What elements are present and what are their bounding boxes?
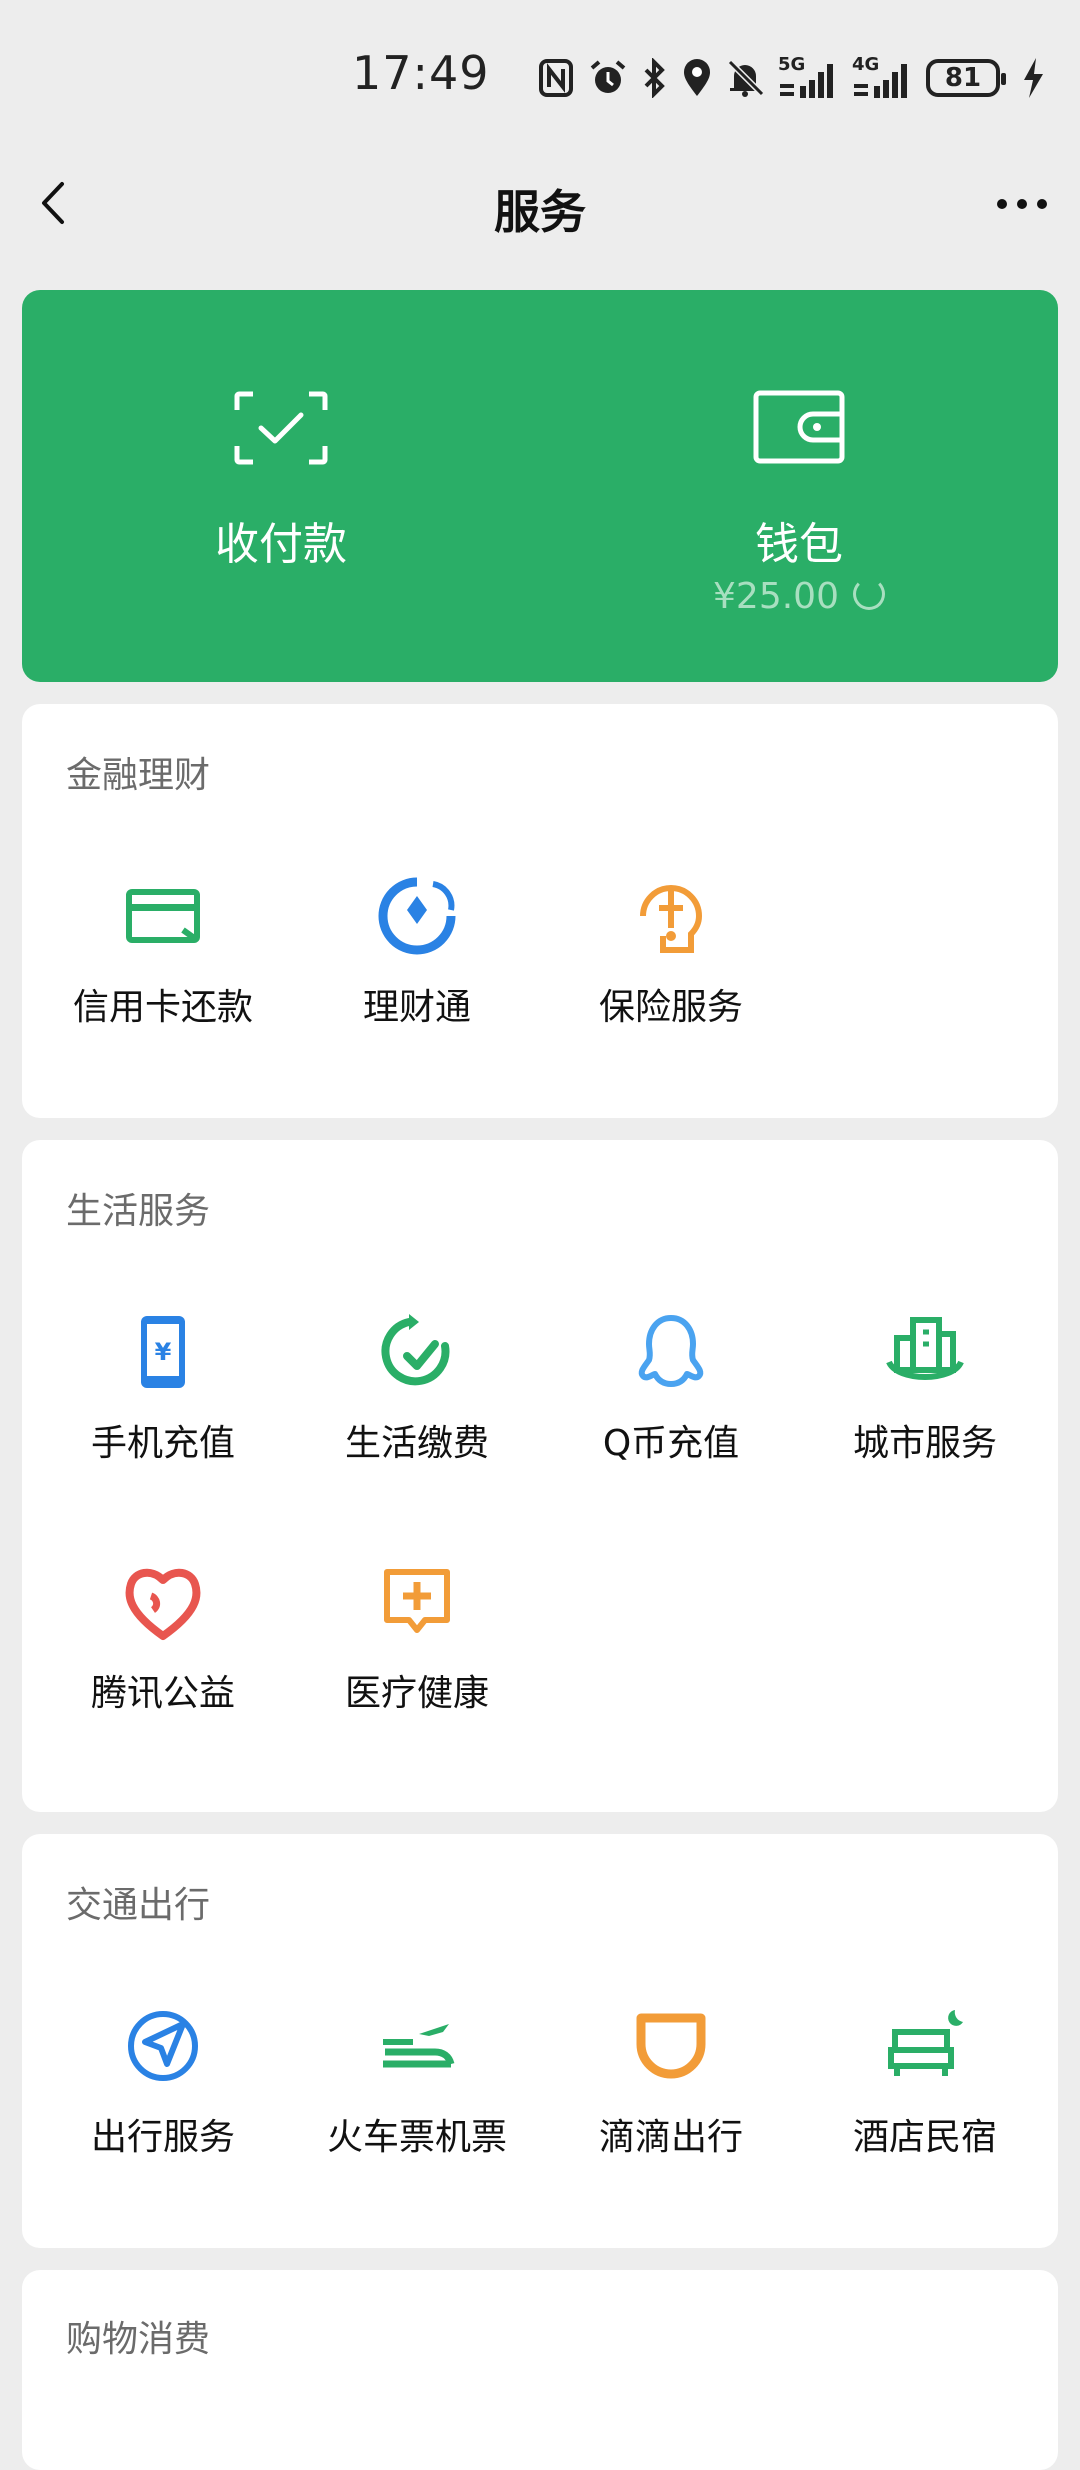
page-title: 服务 bbox=[494, 185, 586, 239]
location-icon bbox=[684, 59, 710, 96]
more-options-icon[interactable] bbox=[992, 184, 1052, 224]
navigation-icon bbox=[128, 2011, 198, 2081]
signal-5g: 5G bbox=[778, 54, 838, 102]
bluetooth-icon bbox=[644, 58, 665, 98]
service-train-plane[interactable]: 火车票机票 bbox=[290, 2004, 544, 2204]
section-shopping: 购物消费 bbox=[22, 2270, 1058, 2470]
status-time: 17:49 bbox=[352, 46, 490, 100]
section-travel: 交通出行 出行服务 火车票机票 滴滴出行 酒店民宿 bbox=[22, 1834, 1058, 2248]
service-didi[interactable]: 滴滴出行 bbox=[544, 2004, 798, 2204]
loading-spinner-icon bbox=[852, 578, 885, 610]
section-title: 交通出行 bbox=[66, 1885, 211, 1926]
wealth-icon bbox=[378, 877, 456, 955]
service-hotel[interactable]: 酒店民宿 bbox=[798, 2004, 1052, 2204]
service-insurance[interactable]: 保险服务 bbox=[544, 874, 798, 1074]
service-wealth[interactable]: 理财通 bbox=[290, 874, 544, 1074]
charging-icon bbox=[1024, 58, 1043, 98]
nfc-icon bbox=[539, 59, 573, 97]
navigation-bar: 服务 bbox=[0, 150, 1080, 280]
service-medical[interactable]: 医疗健康 bbox=[290, 1560, 544, 1760]
service-credit-card-repay[interactable]: 信用卡还款 bbox=[36, 874, 290, 1074]
charity-heart-icon bbox=[125, 1568, 201, 1640]
bill-payment-icon bbox=[381, 1314, 450, 1386]
insurance-icon bbox=[640, 885, 703, 953]
section-title: 购物消费 bbox=[66, 2319, 211, 2360]
mute-bell-icon bbox=[727, 59, 764, 97]
hero-card: 收付款 钱包 ¥25.00 bbox=[22, 290, 1058, 682]
alarm-icon bbox=[590, 60, 626, 93]
wallet-button[interactable]: 钱包 ¥25.00 bbox=[540, 290, 1058, 682]
phone-topup-icon: ¥ bbox=[141, 1316, 185, 1388]
wallet-label: 钱包 bbox=[755, 519, 843, 570]
signal-4g: 4G bbox=[852, 54, 912, 102]
city-service-icon bbox=[886, 1317, 964, 1380]
status-bar: 17:49 5G 4G 81 bbox=[0, 0, 1080, 150]
battery-indicator: 81 bbox=[926, 59, 1006, 97]
section-finance: 金融理财 信用卡还款 理财通 保险服务 bbox=[22, 704, 1058, 1118]
status-icons: 5G 4G 81 bbox=[538, 50, 1046, 106]
wallet-icon bbox=[753, 390, 845, 464]
section-life: 生活服务 ¥ 手机充值 生活缴费 Q币充值 城市服务 腾讯公益 医疗健康 bbox=[22, 1140, 1058, 1812]
qq-coin-icon bbox=[638, 1315, 704, 1387]
service-travel[interactable]: 出行服务 bbox=[36, 2004, 290, 2204]
wallet-balance: ¥25.00 bbox=[540, 576, 1058, 617]
service-qq-coin[interactable]: Q币充值 bbox=[544, 1310, 798, 1510]
scan-pay-icon bbox=[234, 391, 328, 465]
service-phone-topup[interactable]: ¥ 手机充值 bbox=[36, 1310, 290, 1510]
service-city[interactable]: 城市服务 bbox=[798, 1310, 1052, 1510]
section-title: 金融理财 bbox=[66, 755, 211, 796]
didi-icon bbox=[636, 2013, 706, 2079]
pay-receive-label: 收付款 bbox=[215, 519, 347, 570]
pay-receive-button[interactable]: 收付款 bbox=[22, 290, 540, 682]
train-plane-icon bbox=[383, 2024, 455, 2068]
section-title: 生活服务 bbox=[66, 1191, 211, 1232]
credit-card-icon bbox=[126, 889, 200, 943]
service-charity[interactable]: 腾讯公益 bbox=[36, 1560, 290, 1760]
medical-icon bbox=[384, 1569, 450, 1633]
svg-text:¥: ¥ bbox=[155, 1338, 172, 1366]
hotel-bed-icon bbox=[888, 2010, 963, 2076]
service-bill-payment[interactable]: 生活缴费 bbox=[290, 1310, 544, 1510]
